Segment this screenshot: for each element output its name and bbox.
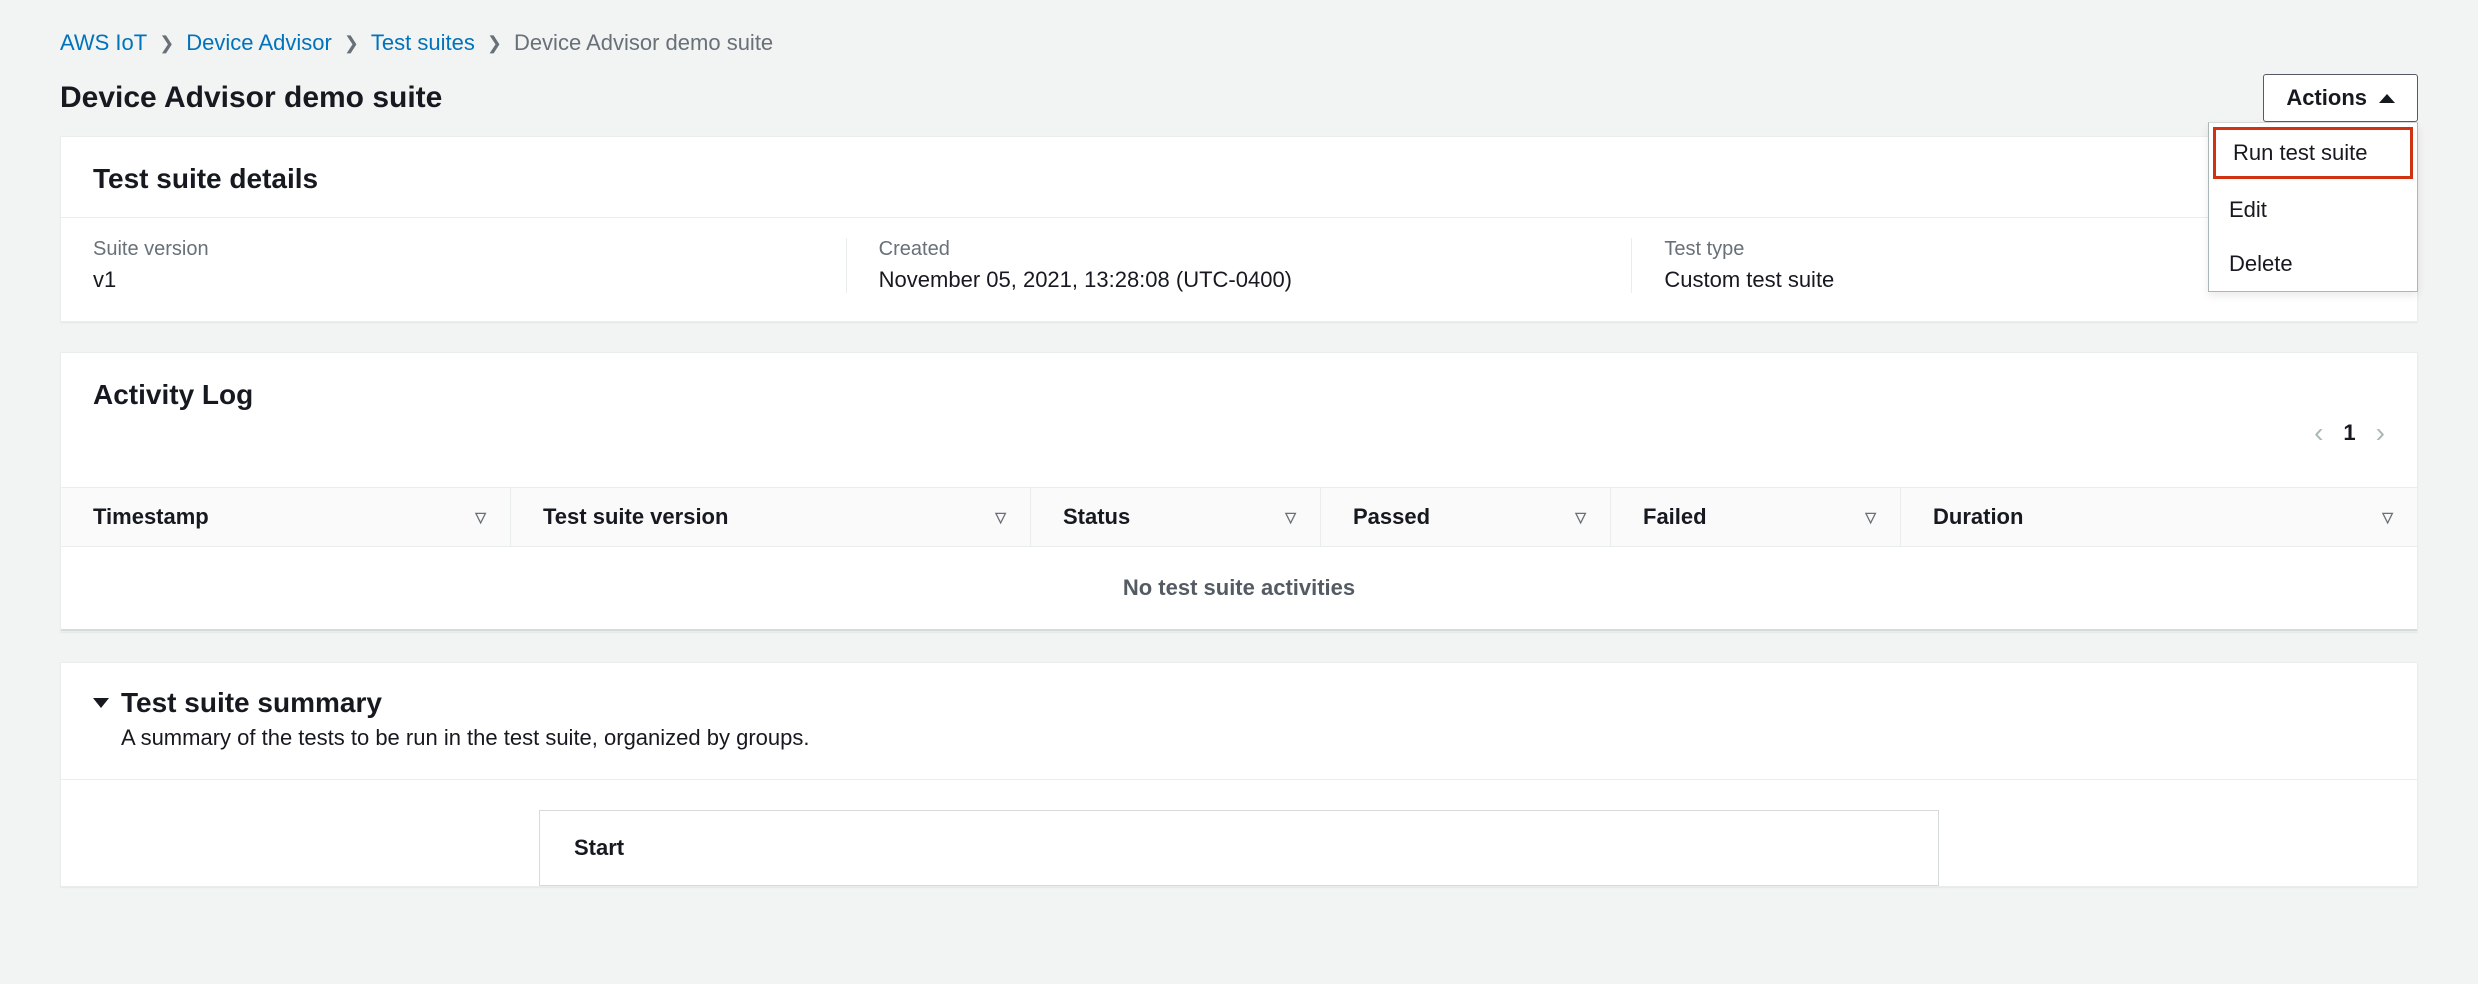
actions-button-label: Actions	[2286, 85, 2367, 111]
actions-menu-edit[interactable]: Edit	[2209, 183, 2417, 237]
page-number: 1	[2343, 420, 2355, 446]
created-label: Created	[879, 238, 1600, 261]
test-suite-details-panel: Test suite details Suite version v1 Crea…	[60, 136, 2418, 322]
col-passed[interactable]: Passed ▽	[1321, 488, 1611, 546]
suite-version-value: v1	[93, 267, 814, 293]
summary-description: A summary of the tests to be run in the …	[93, 725, 2385, 751]
breadcrumb: AWS IoT ❯ Device Advisor ❯ Test suites ❯…	[60, 30, 2418, 56]
summary-toggle[interactable]: Test suite summary	[93, 687, 2385, 719]
caret-up-icon	[2379, 94, 2395, 103]
test-suite-details-header: Test suite details	[61, 137, 2417, 217]
col-duration[interactable]: Duration ▽	[1901, 488, 2417, 546]
col-failed-label: Failed	[1643, 504, 1707, 530]
sort-icon: ▽	[2382, 509, 2393, 526]
breadcrumb-link-device-advisor[interactable]: Device Advisor	[186, 30, 332, 56]
caret-down-icon	[93, 698, 109, 708]
sort-icon: ▽	[1285, 509, 1296, 526]
sort-icon: ▽	[1575, 509, 1586, 526]
col-version-label: Test suite version	[543, 504, 728, 530]
pagination: ‹ 1 ›	[2314, 419, 2385, 447]
col-timestamp[interactable]: Timestamp ▽	[61, 488, 511, 546]
sort-icon: ▽	[475, 509, 486, 526]
created-value: November 05, 2021, 13:28:08 (UTC-0400)	[879, 267, 1600, 293]
breadcrumb-current: Device Advisor demo suite	[514, 30, 773, 56]
sort-icon: ▽	[1865, 509, 1876, 526]
summary-title: Test suite summary	[121, 687, 382, 719]
col-status-label: Status	[1063, 504, 1130, 530]
page-title: Device Advisor demo suite	[60, 81, 442, 115]
col-test-suite-version[interactable]: Test suite version ▽	[511, 488, 1031, 546]
breadcrumb-link-test-suites[interactable]: Test suites	[371, 30, 475, 56]
breadcrumb-link-aws-iot[interactable]: AWS IoT	[60, 30, 147, 56]
col-passed-label: Passed	[1353, 504, 1430, 530]
sort-icon: ▽	[995, 509, 1006, 526]
col-duration-label: Duration	[1933, 504, 2023, 530]
col-failed[interactable]: Failed ▽	[1611, 488, 1901, 546]
actions-dropdown: Run test suite Edit Delete	[2208, 122, 2418, 292]
page-next-icon[interactable]: ›	[2376, 419, 2385, 447]
activity-log-header: Activity Log	[93, 379, 253, 411]
activity-log-panel: Activity Log ‹ 1 › Timestamp ▽ Test suit…	[60, 352, 2418, 632]
col-timestamp-label: Timestamp	[93, 504, 209, 530]
chevron-right-icon: ❯	[344, 33, 359, 54]
activity-empty-message: No test suite activities	[61, 547, 2417, 631]
actions-menu-run-test-suite[interactable]: Run test suite	[2213, 127, 2413, 179]
page-prev-icon[interactable]: ‹	[2314, 419, 2323, 447]
suite-version-label: Suite version	[93, 238, 814, 261]
activity-table-header: Timestamp ▽ Test suite version ▽ Status …	[61, 487, 2417, 547]
test-suite-summary-panel: Test suite summary A summary of the test…	[60, 662, 2418, 887]
chevron-right-icon: ❯	[159, 33, 174, 54]
summary-start-node: Start	[539, 810, 1939, 886]
chevron-right-icon: ❯	[487, 33, 502, 54]
actions-button[interactable]: Actions	[2263, 74, 2418, 122]
actions-menu-delete[interactable]: Delete	[2209, 237, 2417, 291]
col-status[interactable]: Status ▽	[1031, 488, 1321, 546]
